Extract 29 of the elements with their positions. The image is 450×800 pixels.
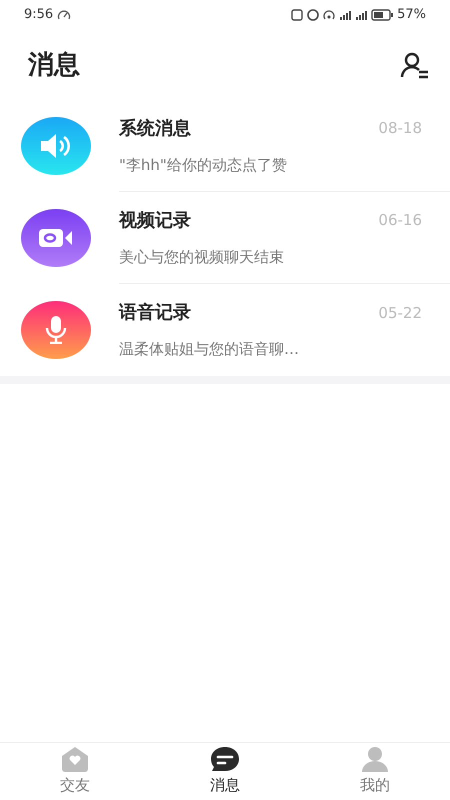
microphone-icon: [45, 316, 67, 344]
speaker-icon: [39, 133, 73, 159]
battery-percent: 57%: [397, 6, 426, 24]
message-preview: 温柔体贴姐与您的语音聊…: [119, 339, 300, 360]
video-camera-icon: [39, 228, 73, 248]
home-heart-icon: [60, 746, 90, 772]
message-row[interactable]: 视频记录 06-16 美心与您的视频聊天结束: [0, 192, 450, 284]
message-preview: 美心与您的视频聊天结束: [119, 246, 285, 268]
message-row[interactable]: 语音记录 05-22 温柔体贴姐与您的语音聊…: [0, 284, 450, 376]
signal-icon: [339, 8, 352, 22]
person-icon: [360, 746, 390, 772]
tab-item[interactable]: 我的: [300, 743, 450, 800]
message-date: 08-18: [378, 118, 422, 139]
tab-item[interactable]: 消息: [150, 743, 300, 800]
message-date: 06-16: [378, 210, 422, 231]
tab-item[interactable]: 交友: [0, 743, 150, 800]
message-row[interactable]: 系统消息 08-18 "李hh"给你的动态点了赞: [0, 100, 450, 192]
chat-bubble-icon: [210, 746, 240, 772]
message-preview: "李hh"给你的动态点了赞: [119, 154, 288, 176]
message-date: 05-22: [378, 302, 422, 324]
clock-time: 9:56: [24, 6, 54, 24]
page-title: 消息: [28, 48, 80, 82]
signal-icon: [355, 8, 368, 22]
message-title: 视频记录: [119, 208, 191, 233]
message-title: 语音记录: [119, 301, 191, 326]
hotspot-icon: [323, 8, 336, 22]
message-title: 系统消息: [119, 116, 191, 141]
battery-icon: [371, 8, 394, 22]
speed-gauge-icon: [57, 9, 72, 21]
